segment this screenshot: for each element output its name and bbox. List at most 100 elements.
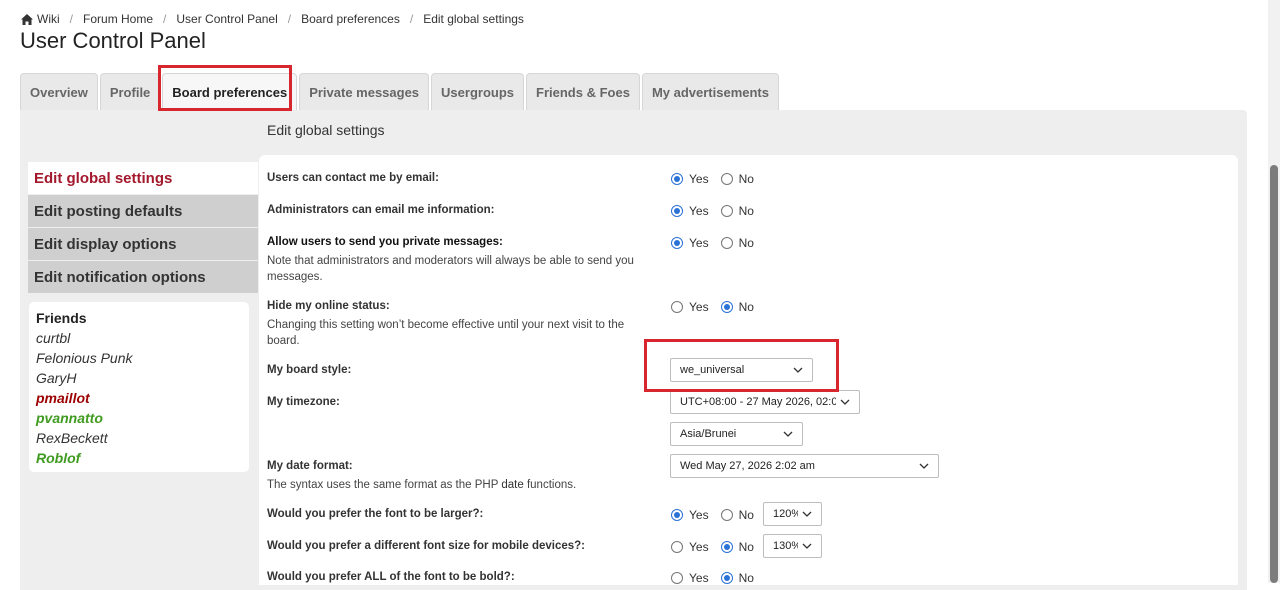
- scrollbar[interactable]: [1268, 0, 1280, 583]
- setting-allow-pm: Allow users to send you private messages…: [267, 236, 647, 285]
- radio-yes[interactable]: [671, 205, 683, 217]
- friend-link[interactable]: pvannatto: [36, 408, 242, 428]
- board-style-select[interactable]: we_universal: [670, 358, 813, 382]
- select-value: 120%: [773, 508, 798, 520]
- font-larger-radios: Yes No: [671, 508, 766, 522]
- radio-label-no[interactable]: No: [739, 300, 754, 314]
- setting-date-format: My date format: The syntax uses the same…: [267, 460, 687, 493]
- breadcrumb-separator: /: [409, 12, 414, 26]
- tab-board-preferences[interactable]: Board preferences: [162, 73, 298, 110]
- desc-text: The syntax uses the same format as the P…: [267, 479, 502, 491]
- breadcrumb-board-preferences[interactable]: Board preferences: [301, 12, 400, 26]
- radio-label-yes[interactable]: Yes: [689, 300, 709, 314]
- setting-font-bold: Would you prefer ALL of the font to be b…: [267, 571, 515, 583]
- setting-label: Allow users to send you private messages…: [267, 236, 503, 248]
- setting-label: My timezone:: [267, 396, 340, 408]
- menu-item-edit-notification-options[interactable]: Edit notification options: [28, 261, 258, 293]
- breadcrumb-user-control-panel[interactable]: User Control Panel: [176, 12, 277, 26]
- setting-admin-email: Administrators can email me information:: [267, 204, 495, 216]
- radio-label-yes[interactable]: Yes: [689, 172, 709, 186]
- tab-usergroups[interactable]: Usergroups: [431, 73, 525, 110]
- setting-label: My board style:: [267, 364, 352, 376]
- select-value: UTC+08:00 - 27 May 2026, 02:02: [680, 396, 836, 408]
- setting-label: Hide my online status:: [267, 300, 390, 312]
- radio-no[interactable]: [720, 509, 733, 521]
- admin-email-radios: Yes No: [671, 204, 766, 218]
- breadcrumb: Wiki / Forum Home / User Control Panel /…: [21, 11, 524, 27]
- setting-contact-email: Users can contact me by email:: [267, 172, 439, 184]
- radio-no[interactable]: [720, 301, 733, 313]
- radio-yes[interactable]: [671, 173, 683, 185]
- tab-profile[interactable]: Profile: [99, 73, 161, 110]
- friends-box: Friends curtbl Felonious Punk GaryH pmai…: [29, 302, 249, 472]
- setting-font-larger: Would you prefer the font to be larger?:: [267, 508, 483, 520]
- setting-description: Changing this setting won’t become effec…: [267, 319, 625, 347]
- date-function-link[interactable]: date: [501, 479, 523, 491]
- menu-item-edit-posting-defaults[interactable]: Edit posting defaults: [28, 195, 258, 227]
- breadcrumb-wiki[interactable]: Wiki: [37, 12, 60, 26]
- contact-email-radios: Yes No: [671, 172, 766, 186]
- font-size-select[interactable]: 120%: [763, 502, 822, 526]
- date-format-select[interactable]: Wed May 27, 2026 2:02 am: [670, 454, 939, 478]
- hide-online-radios: Yes No: [671, 300, 766, 314]
- chevron-down-icon: [840, 399, 850, 405]
- radio-no[interactable]: [720, 572, 733, 584]
- setting-description: The syntax uses the same format as the P…: [267, 477, 687, 493]
- radio-yes[interactable]: [671, 237, 683, 249]
- setting-label: Would you prefer the font to be larger?:: [267, 508, 484, 520]
- friend-link[interactable]: curtbl: [36, 328, 242, 348]
- content-title: Edit global settings: [267, 122, 385, 138]
- menu-item-edit-display-options[interactable]: Edit display options: [28, 228, 258, 260]
- setting-timezone: My timezone:: [267, 396, 340, 408]
- radio-no[interactable]: [720, 173, 733, 185]
- tab-friends-foes[interactable]: Friends & Foes: [526, 73, 640, 110]
- tab-private-messages[interactable]: Private messages: [299, 73, 430, 110]
- mobile-font-size-select[interactable]: 130%: [763, 534, 822, 558]
- menu-item-edit-global-settings[interactable]: Edit global settings: [28, 162, 258, 194]
- tab-my-advertisements[interactable]: My advertisements: [641, 73, 779, 110]
- friend-link[interactable]: pmaillot: [36, 388, 242, 408]
- friend-link[interactable]: RexBeckett: [36, 428, 242, 448]
- radio-no[interactable]: [720, 237, 733, 249]
- setting-description: Note that administrators and moderators …: [267, 255, 634, 283]
- font-mobile-radios: Yes No: [671, 540, 766, 554]
- setting-label: Users can contact me by email:: [267, 172, 439, 184]
- radio-label-yes[interactable]: Yes: [689, 540, 709, 554]
- breadcrumb-separator: /: [69, 12, 74, 26]
- setting-label: My date format:: [267, 460, 353, 472]
- setting-hide-online: Hide my online status: Changing this set…: [267, 300, 647, 349]
- radio-yes[interactable]: [671, 509, 683, 521]
- chevron-down-icon: [793, 367, 803, 373]
- tab-overview[interactable]: Overview: [20, 73, 98, 110]
- breadcrumb-forum-home[interactable]: Forum Home: [83, 12, 153, 26]
- setting-label: Would you prefer ALL of the font to be b…: [267, 571, 515, 583]
- setting-label: Would you prefer a different font size f…: [267, 540, 585, 552]
- select-value: we_universal: [680, 364, 745, 376]
- setting-board-style: My board style:: [267, 364, 351, 376]
- radio-label-no[interactable]: No: [739, 204, 754, 218]
- friend-link[interactable]: GaryH: [36, 368, 242, 388]
- timezone-offset-select[interactable]: UTC+08:00 - 27 May 2026, 02:02: [670, 390, 860, 414]
- radio-no[interactable]: [720, 541, 733, 553]
- radio-yes[interactable]: [671, 572, 683, 584]
- desc-text: functions.: [523, 479, 577, 491]
- radio-yes[interactable]: [671, 301, 683, 313]
- tab-bar: Overview Profile Board preferences Priva…: [20, 73, 781, 110]
- radio-label-no[interactable]: No: [739, 508, 754, 522]
- radio-label-yes[interactable]: Yes: [689, 204, 709, 218]
- scrollbar-thumb[interactable]: [1270, 165, 1278, 583]
- radio-label-no[interactable]: No: [739, 540, 754, 554]
- radio-yes[interactable]: [671, 541, 683, 553]
- breadcrumb-separator: /: [287, 12, 292, 26]
- radio-label-yes[interactable]: Yes: [689, 236, 709, 250]
- breadcrumb-edit-global-settings[interactable]: Edit global settings: [423, 12, 524, 26]
- radio-label-no[interactable]: No: [739, 172, 754, 186]
- friend-link[interactable]: Felonious Punk: [36, 348, 242, 368]
- radio-label-no[interactable]: No: [739, 236, 754, 250]
- friends-title: Friends: [36, 310, 87, 326]
- timezone-zone-select[interactable]: Asia/Brunei: [670, 422, 803, 446]
- setting-font-mobile: Would you prefer a different font size f…: [267, 540, 585, 552]
- radio-no[interactable]: [720, 205, 733, 217]
- friend-link[interactable]: Roblof: [36, 448, 242, 468]
- radio-label-yes[interactable]: Yes: [689, 508, 709, 522]
